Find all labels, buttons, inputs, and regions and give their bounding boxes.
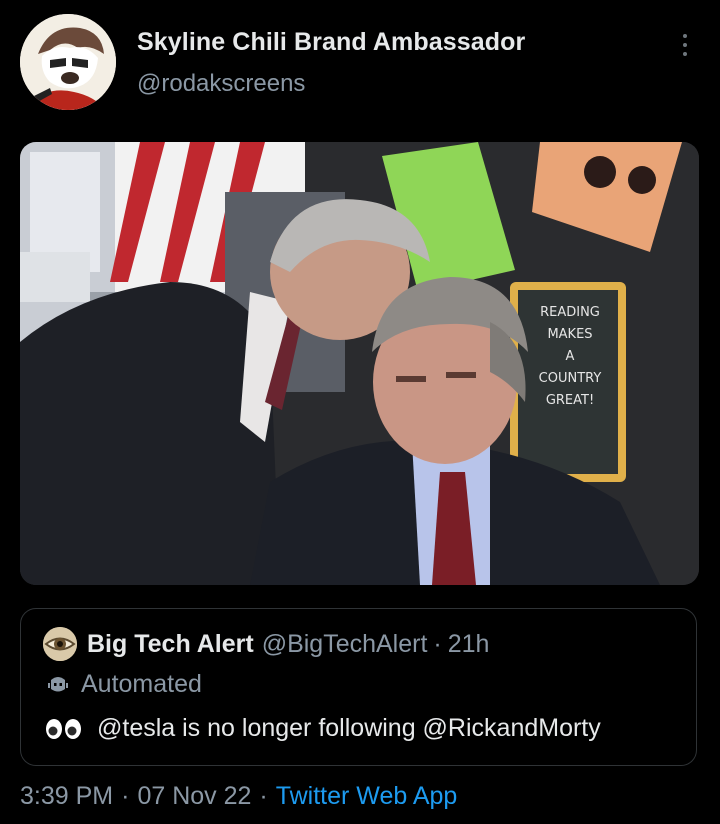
separator-dot: ·	[433, 629, 442, 658]
automated-label: Automated	[47, 670, 202, 699]
more-dot	[683, 34, 687, 38]
eyes-emoji-icon	[46, 718, 81, 739]
author-avatar[interactable]	[20, 14, 116, 110]
automated-text: Automated	[81, 670, 202, 698]
chalkboard-line: MAKES	[547, 327, 593, 342]
eye-logo-icon	[43, 627, 77, 661]
quoted-author-avatar[interactable]	[43, 627, 77, 661]
quoted-tweet-header: Big Tech Alert @BigTechAlert · 21h	[43, 627, 489, 661]
more-dot	[683, 43, 687, 47]
tweet-photo[interactable]: READING MAKES A COUNTRY GREAT!	[20, 142, 699, 585]
quoted-tweet[interactable]: Big Tech Alert @BigTechAlert · 21h Autom…	[20, 608, 697, 766]
author-handle[interactable]: @rodakscreens	[137, 70, 305, 98]
chalkboard-line: A	[565, 349, 575, 364]
author-display-name[interactable]: Skyline Chili Brand Ambassador	[137, 28, 525, 57]
quoted-author-handle[interactable]: @BigTechAlert	[262, 630, 428, 659]
separator-dot: ·	[121, 782, 130, 810]
chalkboard-line: READING	[540, 305, 600, 320]
quoted-tweet-text: @tesla is no longer following @RickandMo…	[97, 714, 601, 742]
quoted-author-name[interactable]: Big Tech Alert	[87, 630, 254, 659]
more-dot	[683, 52, 687, 56]
tweet-source-link[interactable]: Twitter Web App	[276, 782, 458, 811]
chalkboard-line: GREAT!	[545, 393, 595, 408]
quoted-tweet-body: @tesla is no longer following @RickandMo…	[45, 714, 601, 743]
tweet-meta: 3:39 PM · 07 Nov 22 · Twitter Web App	[20, 782, 457, 811]
tweet-date[interactable]: 07 Nov 22	[137, 782, 251, 811]
separator-dot: ·	[259, 782, 268, 810]
chalkboard-line: COUNTRY	[538, 371, 602, 386]
bot-icon	[48, 676, 68, 691]
cartoon-dog-avatar-icon	[20, 14, 116, 110]
quoted-tweet-time[interactable]: 21h	[448, 630, 490, 659]
tweet-time[interactable]: 3:39 PM	[20, 782, 113, 811]
chalkboard-text: READING MAKES A COUNTRY GREAT!	[522, 302, 618, 412]
more-icon[interactable]	[670, 28, 700, 62]
